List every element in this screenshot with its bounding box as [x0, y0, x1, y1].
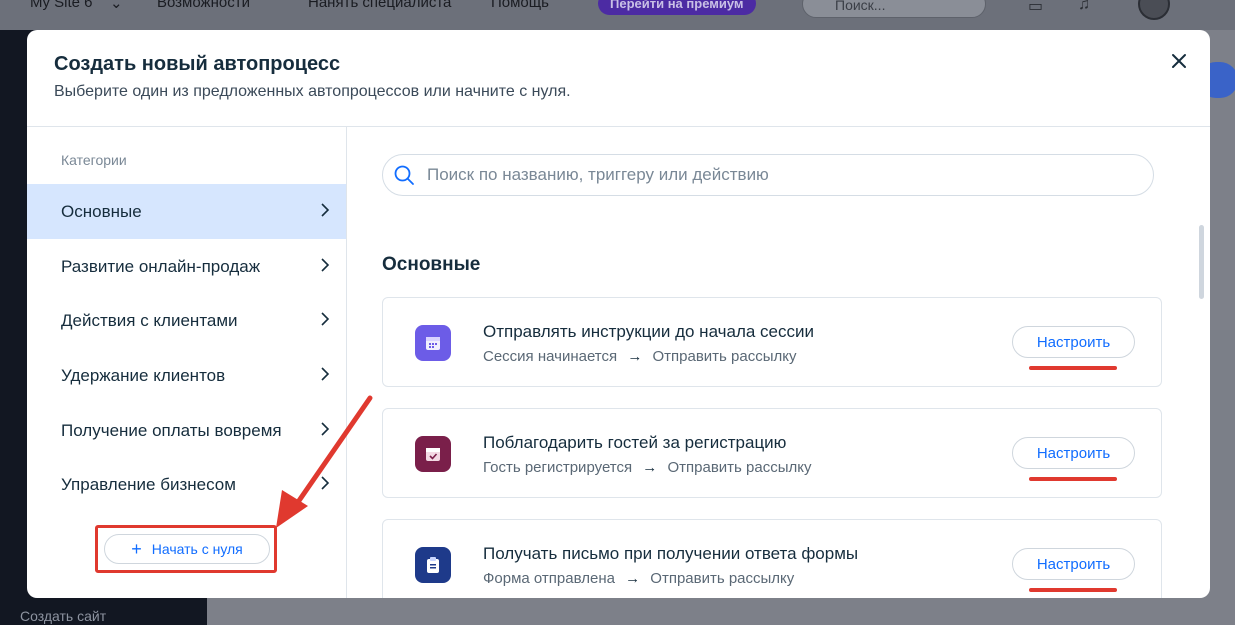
arrow-right-icon: →	[625, 570, 641, 587]
category-basic[interactable]: Основные	[27, 184, 346, 239]
chevron-right-icon	[321, 258, 330, 272]
template-card[interactable]: Получать письмо при получении ответа фор…	[382, 519, 1162, 598]
modal-subtitle: Выберите один из предложенных автопроцес…	[54, 83, 571, 100]
template-action: Отправить рассылку	[652, 348, 797, 365]
category-label: Управление бизнесом	[61, 474, 236, 494]
chevron-right-icon	[321, 367, 330, 381]
annotation-underline	[1029, 477, 1117, 481]
template-action: Отправить рассылку	[650, 570, 795, 587]
clipboard-icon	[415, 547, 451, 583]
nav-hire[interactable]: Нанять специалиста	[308, 0, 451, 11]
premium-button[interactable]: Перейти на премиум	[598, 0, 756, 15]
setup-button[interactable]: Настроить	[1012, 326, 1135, 358]
template-card[interactable]: Отправлять инструкции до начала сессии С…	[382, 297, 1162, 387]
create-site-link[interactable]: Создать сайт	[20, 608, 106, 624]
category-business[interactable]: Управление бизнесом	[27, 457, 346, 512]
template-trigger: Гость регистрируется	[483, 459, 633, 476]
category-label: Действия с клиентами	[61, 310, 238, 330]
section-title: Основные	[382, 254, 481, 275]
site-selector[interactable]: My Site 6	[30, 0, 93, 11]
category-online-sales[interactable]: Развитие онлайн-продаж	[27, 239, 346, 294]
template-title: Поблагодарить гостей за регистрацию	[483, 433, 787, 452]
nav-help[interactable]: Помощь	[491, 0, 549, 11]
template-title: Получать письмо при получении ответа фор…	[483, 544, 859, 563]
template-action: Отправить рассылку	[667, 459, 812, 476]
create-automation-modal: Создать новый автопроцесс Выберите один …	[27, 30, 1210, 598]
chevron-right-icon	[321, 312, 330, 326]
template-flow: Сессия начинается → Отправить рассылку	[483, 348, 796, 365]
calendar-check-icon	[415, 436, 451, 472]
nav-features[interactable]: Возможности	[157, 0, 250, 11]
template-trigger: Сессия начинается	[483, 348, 618, 365]
category-retention[interactable]: Удержание клиентов	[27, 348, 346, 403]
modal-title: Создать новый автопроцесс	[54, 53, 341, 75]
calendar-icon	[415, 325, 451, 361]
category-payments[interactable]: Получение оплаты вовремя	[27, 403, 346, 458]
chat-icon[interactable]: ▭	[1028, 0, 1043, 16]
template-flow: Гость регистрируется → Отправить рассылк…	[483, 459, 811, 476]
setup-button[interactable]: Настроить	[1012, 437, 1135, 469]
close-icon[interactable]	[1168, 50, 1190, 72]
template-title: Отправлять инструкции до начала сессии	[483, 322, 815, 341]
annotation-underline	[1029, 366, 1117, 370]
avatar[interactable]	[1138, 0, 1170, 20]
start-from-scratch-label: Начать с нуля	[151, 541, 243, 557]
template-search-input[interactable]: Поиск по названию, триггеру или действию	[382, 154, 1154, 196]
chevron-down-icon[interactable]: ⌄	[110, 0, 123, 12]
category-label: Развитие онлайн-продаж	[61, 256, 261, 276]
categories-sidebar: Категории Основные Развитие онлайн-прода…	[27, 127, 347, 598]
bell-icon[interactable]: ♫	[1078, 0, 1090, 14]
top-bar: My Site 6 ⌄ Возможности Нанять специалис…	[0, 0, 1235, 30]
template-flow: Форма отправлена → Отправить рассылку	[483, 570, 794, 587]
category-label: Удержание клиентов	[61, 365, 226, 385]
search-placeholder: Поиск по названию, триггеру или действию	[427, 165, 769, 184]
search-icon	[394, 165, 414, 185]
top-search-input[interactable]: Поиск...	[802, 0, 986, 18]
chevron-right-icon	[321, 203, 330, 217]
annotation-underline	[1029, 588, 1117, 592]
category-label: Основные	[61, 201, 142, 221]
modal-header: Создать новый автопроцесс Выберите один …	[27, 30, 1210, 127]
setup-button[interactable]: Настроить	[1012, 548, 1135, 580]
plus-icon: +	[131, 538, 142, 559]
chevron-right-icon	[321, 422, 330, 436]
modal-body: Категории Основные Развитие онлайн-прода…	[27, 127, 1210, 598]
arrow-right-icon: →	[627, 348, 643, 365]
categories-title: Категории	[61, 152, 127, 168]
start-from-scratch-button[interactable]: + Начать с нуля	[104, 534, 270, 564]
template-card[interactable]: Поблагодарить гостей за регистрацию Гост…	[382, 408, 1162, 498]
template-trigger: Форма отправлена	[483, 570, 615, 587]
templates-panel: Поиск по названию, триггеру или действию…	[348, 127, 1210, 598]
category-client-actions[interactable]: Действия с клиентами	[27, 293, 346, 348]
scrollbar[interactable]	[1199, 225, 1204, 299]
category-label: Получение оплаты вовремя	[61, 420, 282, 440]
chevron-right-icon	[321, 476, 330, 490]
arrow-right-icon: →	[642, 459, 658, 476]
